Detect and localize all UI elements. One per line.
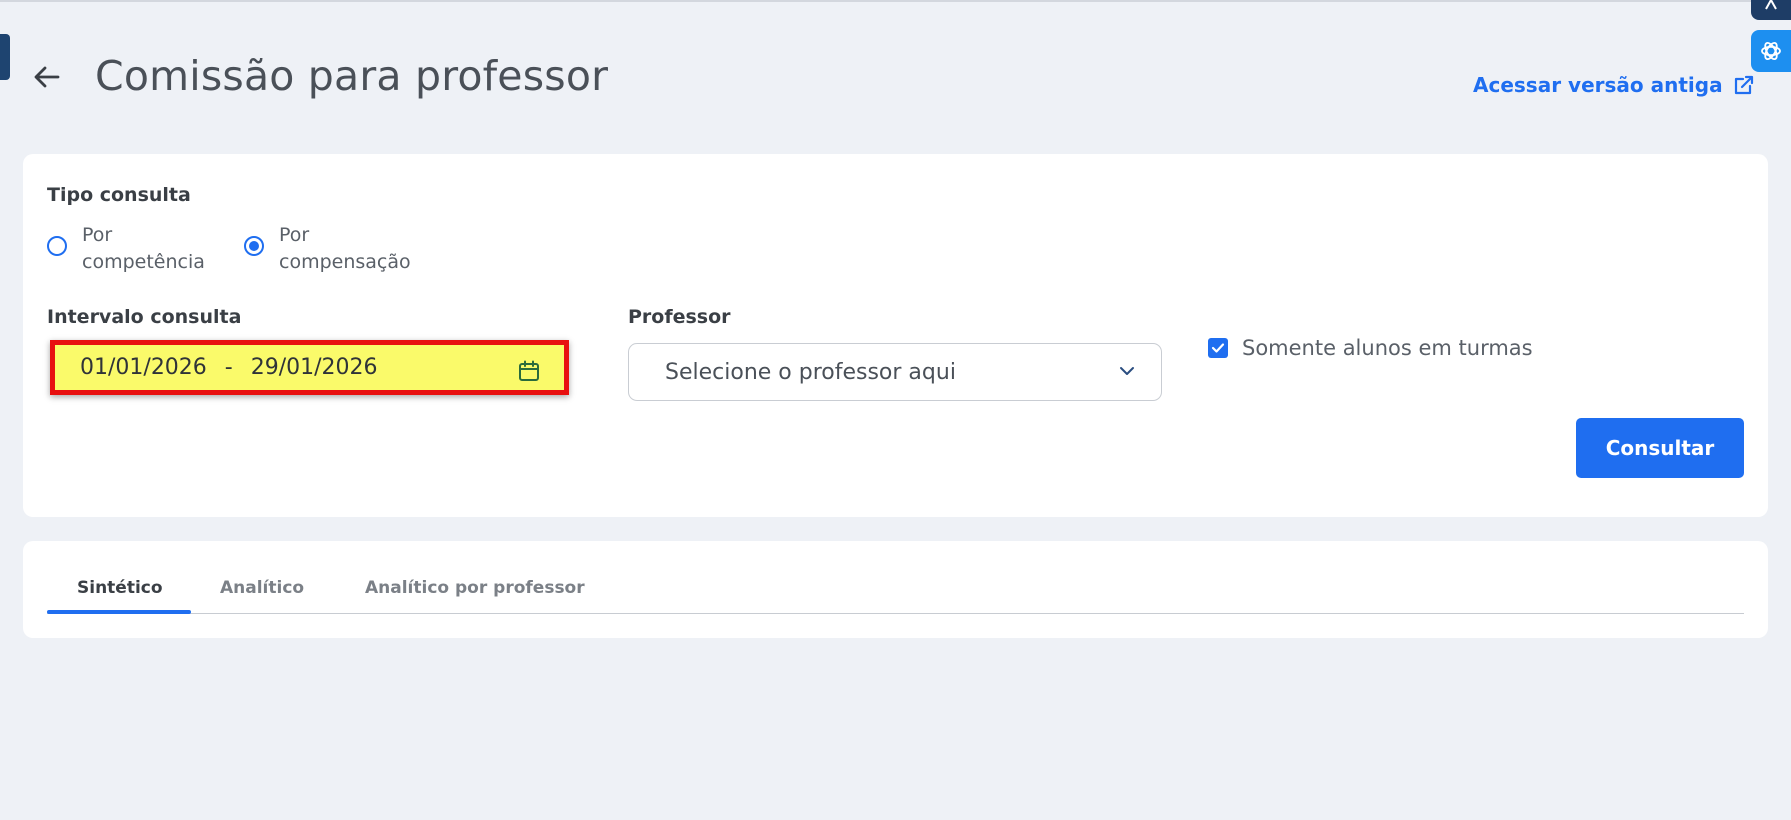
radio-label-competencia-line1: Por [82,224,113,246]
external-link-icon [1734,75,1753,95]
ai-assistant-icon [1761,42,1781,60]
radio-label-competencia-line2: competência [82,251,205,273]
back-arrow-icon[interactable] [32,62,62,92]
checkmark-icon [1211,343,1225,353]
only-class-students-checkbox[interactable]: Somente alunos em turmas [1208,336,1533,360]
old-version-link-label: Acessar versão antiga [1473,73,1723,97]
radio-circle-competencia[interactable] [47,236,67,256]
radio-por-competencia[interactable]: Por competência [47,222,205,276]
tab-analitico-por-professor[interactable]: Analítico por professor [365,578,585,598]
top-border [0,0,1791,2]
query-type-label: Tipo consulta [47,184,191,206]
results-tabs-card: Sintético Analítico Analítico por profes… [23,541,1768,638]
checkbox-box[interactable] [1208,338,1228,358]
interval-label: Intervalo consulta [47,306,242,328]
widget-icon [1765,0,1777,10]
professor-select[interactable]: Selecione o professor aqui [628,343,1162,401]
active-tab-indicator [47,610,191,614]
consultar-button[interactable]: Consultar [1576,418,1744,478]
radio-label-compensacao-line2: compensação [279,251,411,273]
calendar-icon[interactable] [518,360,540,382]
ai-assistant-button[interactable] [1751,30,1791,72]
date-range-input[interactable]: 01/01/2026 - 29/01/2026 [50,340,569,395]
filters-card: Tipo consulta Por competência Por compen… [23,154,1768,517]
date-range-value: 01/01/2026 - 29/01/2026 [80,355,378,380]
side-widget-button[interactable] [1751,0,1791,20]
radio-label-compensacao-line1: Por [279,224,310,246]
old-version-link[interactable]: Acessar versão antiga [1473,72,1755,98]
tabs-divider [47,613,1744,614]
tab-analitico[interactable]: Analítico [220,578,304,598]
page-title: Comissão para professor [95,52,609,100]
radio-circle-compensacao[interactable] [244,236,264,256]
chevron-down-icon [1120,367,1134,375]
professor-select-placeholder: Selecione o professor aqui [665,359,956,385]
professor-label: Professor [628,306,731,328]
only-class-students-label: Somente alunos em turmas [1242,336,1533,360]
radio-por-compensacao[interactable]: Por compensação [244,222,411,276]
collapsed-sidebar-tab[interactable] [0,34,10,80]
tab-sintetico[interactable]: Sintético [77,578,163,598]
